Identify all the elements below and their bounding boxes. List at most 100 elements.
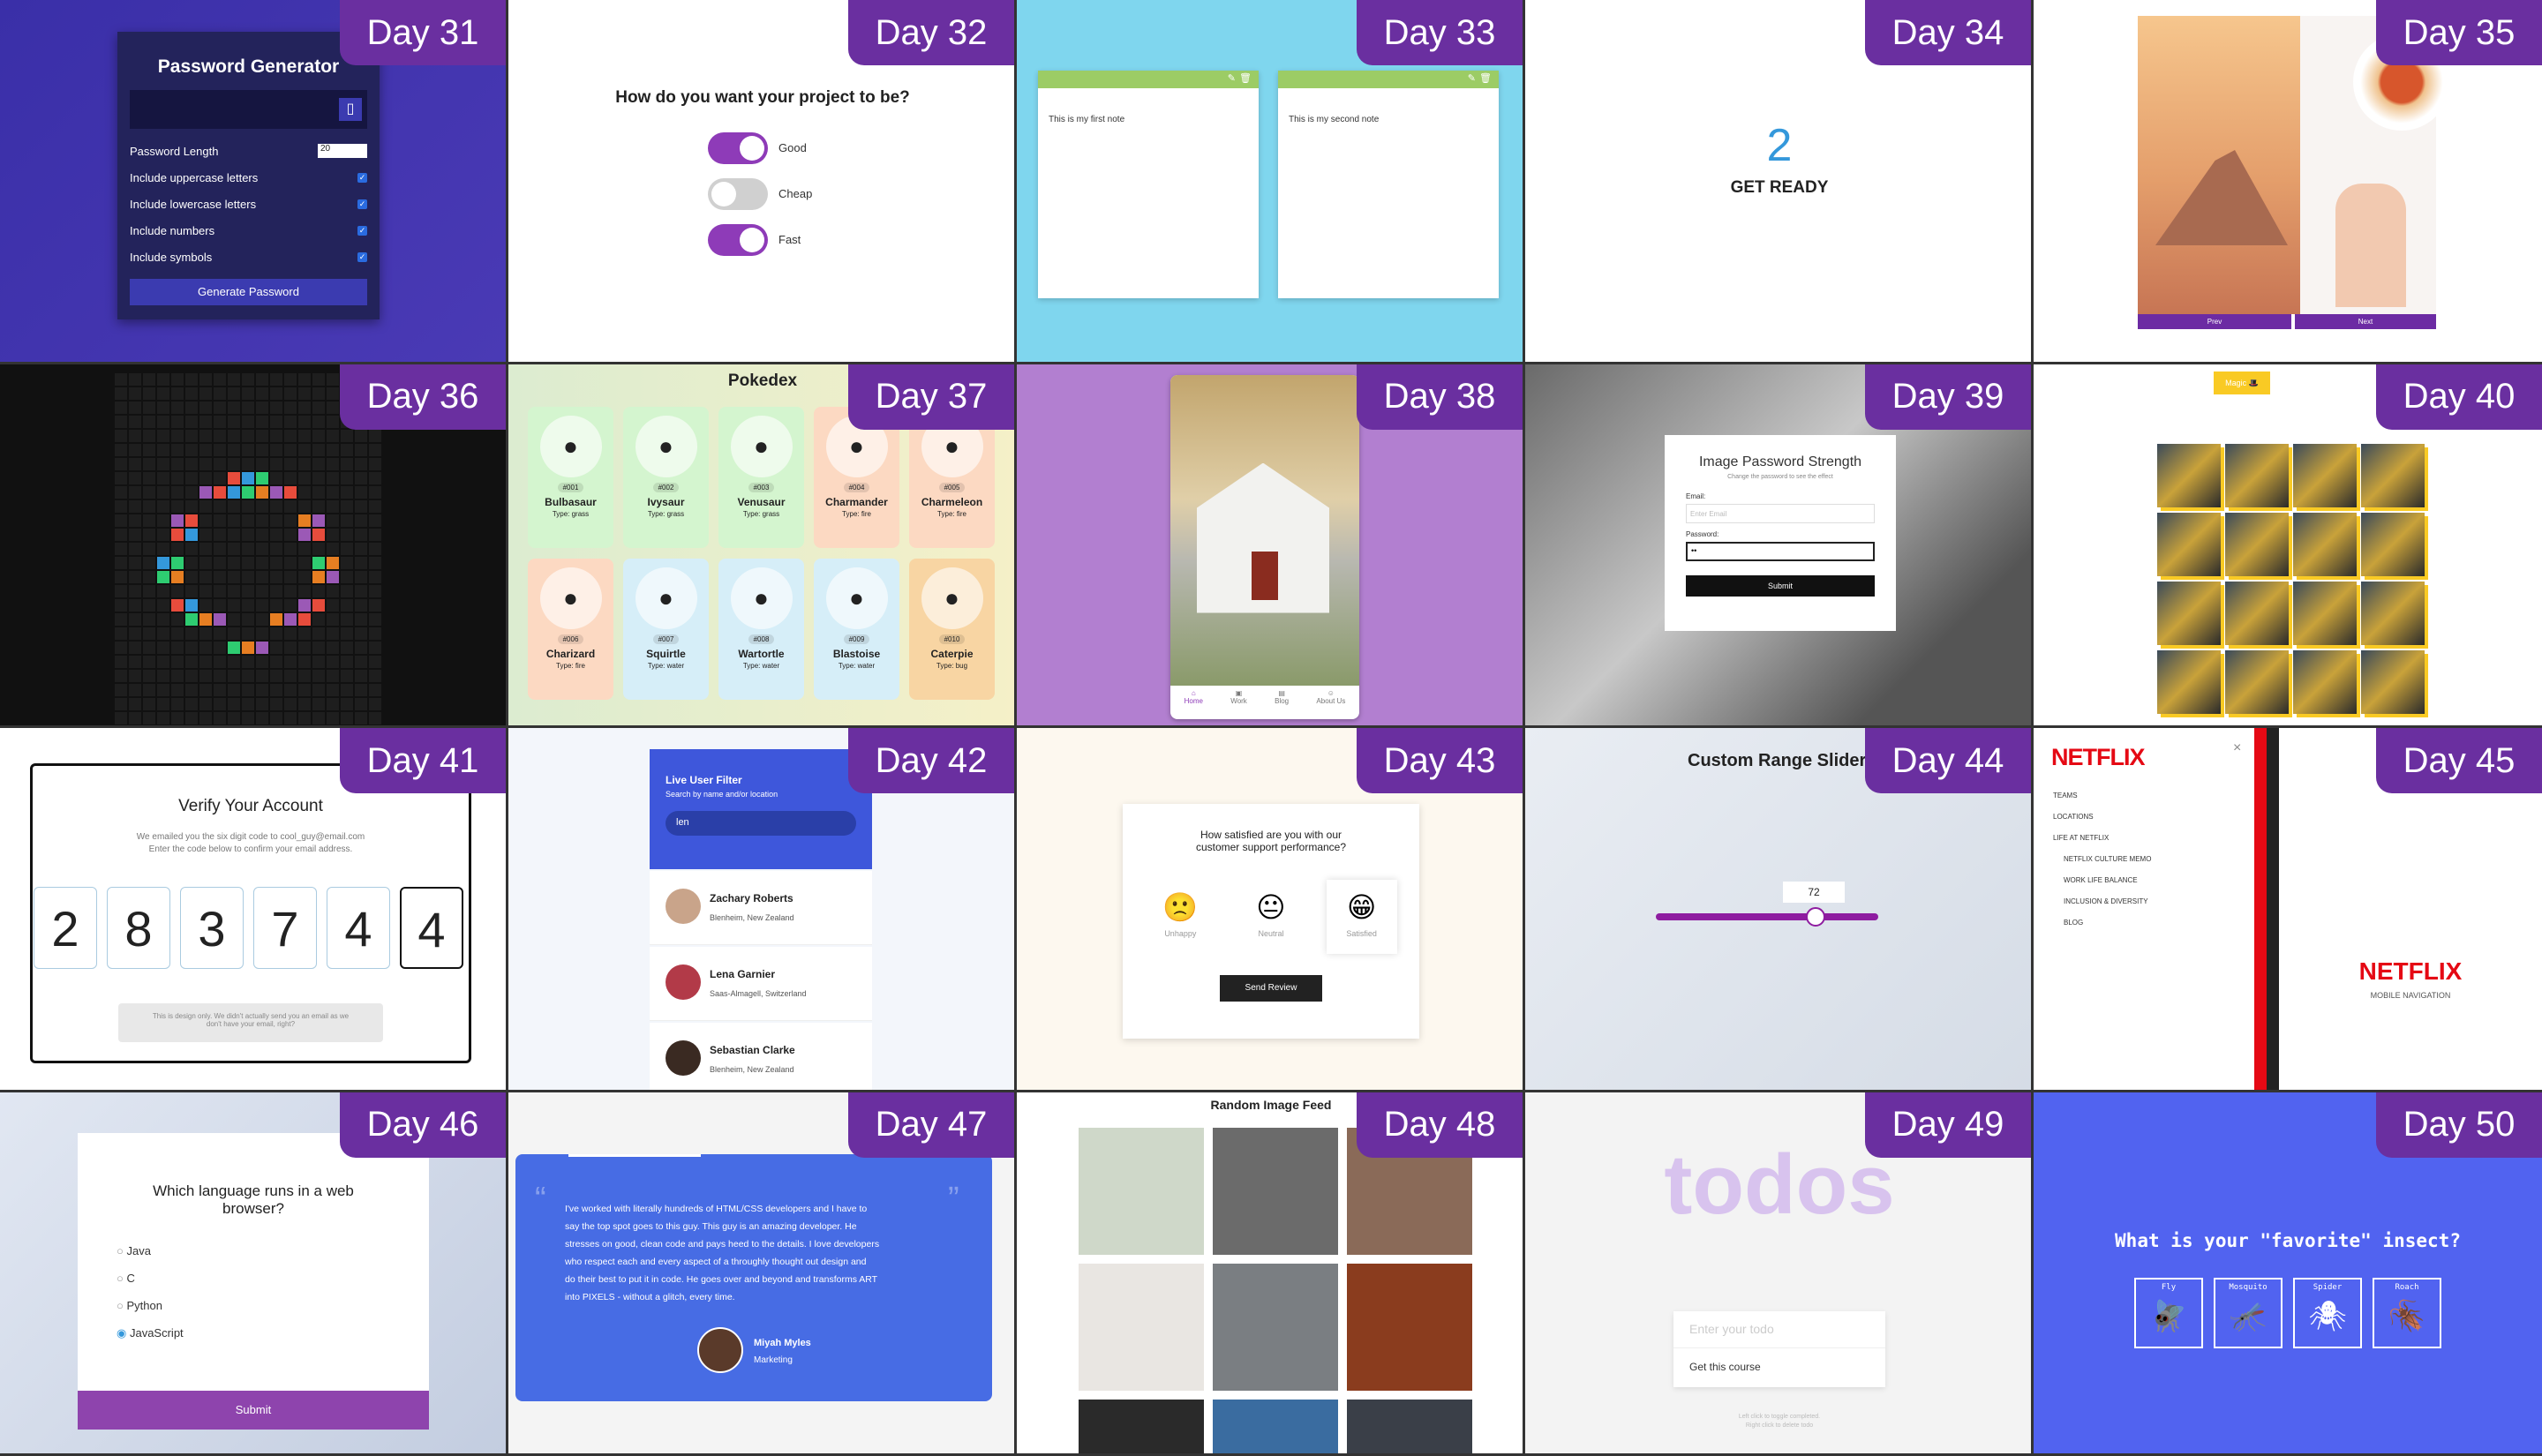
hover-square[interactable]	[270, 457, 282, 470]
hover-square[interactable]	[171, 641, 184, 654]
hover-square[interactable]	[214, 697, 226, 710]
hover-square[interactable]	[355, 627, 367, 640]
hover-square[interactable]	[143, 711, 155, 724]
hover-square[interactable]	[270, 556, 282, 569]
hover-square[interactable]	[171, 514, 184, 527]
hover-square[interactable]	[298, 697, 311, 710]
hover-square[interactable]	[312, 471, 325, 484]
hover-square[interactable]	[312, 669, 325, 682]
hover-square[interactable]	[157, 627, 169, 640]
search-input[interactable]: len	[666, 811, 856, 836]
hover-square[interactable]	[115, 429, 127, 442]
hover-square[interactable]	[355, 443, 367, 456]
hover-square[interactable]	[341, 429, 353, 442]
hover-square[interactable]	[129, 387, 141, 400]
hover-square[interactable]	[298, 711, 311, 724]
hover-square[interactable]	[284, 655, 297, 668]
checkbox[interactable]: ✓	[357, 199, 367, 209]
hover-square[interactable]	[327, 415, 339, 428]
hover-square[interactable]	[214, 443, 226, 456]
hover-square[interactable]	[341, 612, 353, 626]
hover-square[interactable]	[298, 514, 311, 527]
hover-square[interactable]	[185, 556, 198, 569]
hover-square[interactable]	[369, 429, 381, 442]
hover-square[interactable]	[214, 499, 226, 513]
hover-square[interactable]	[115, 570, 127, 583]
hover-square[interactable]	[143, 429, 155, 442]
hover-square[interactable]	[312, 570, 325, 583]
hover-square[interactable]	[242, 401, 254, 414]
hover-square[interactable]	[284, 641, 297, 654]
hover-square[interactable]	[228, 443, 240, 456]
hover-square[interactable]	[185, 612, 198, 626]
hover-square[interactable]	[171, 443, 184, 456]
hover-square[interactable]	[312, 443, 325, 456]
hover-square[interactable]	[199, 372, 212, 386]
hover-square[interactable]	[270, 711, 282, 724]
hover-square[interactable]	[369, 627, 381, 640]
hover-square[interactable]	[214, 655, 226, 668]
password-input[interactable]: ••	[1686, 541, 1875, 561]
hover-square[interactable]	[143, 471, 155, 484]
hover-square[interactable]	[284, 669, 297, 682]
hover-square[interactable]	[369, 655, 381, 668]
hover-square[interactable]	[369, 683, 381, 696]
hover-square[interactable]	[284, 471, 297, 484]
hover-square[interactable]	[199, 528, 212, 541]
hover-square[interactable]	[341, 556, 353, 569]
hover-square[interactable]	[115, 627, 127, 640]
hover-square[interactable]	[256, 415, 268, 428]
hover-square[interactable]	[143, 556, 155, 569]
hover-square[interactable]	[242, 528, 254, 541]
hover-square[interactable]	[298, 627, 311, 640]
hover-square[interactable]	[242, 443, 254, 456]
hover-square[interactable]	[228, 499, 240, 513]
hover-square[interactable]	[157, 499, 169, 513]
hover-square[interactable]	[115, 641, 127, 654]
hover-square[interactable]	[270, 415, 282, 428]
hover-square[interactable]	[312, 514, 325, 527]
hover-square[interactable]	[327, 598, 339, 612]
hover-square[interactable]	[284, 429, 297, 442]
hover-square[interactable]	[214, 485, 226, 499]
hover-square[interactable]	[143, 697, 155, 710]
hover-square[interactable]	[369, 669, 381, 682]
hover-square[interactable]	[284, 627, 297, 640]
hover-square[interactable]	[115, 612, 127, 626]
hover-square[interactable]	[242, 627, 254, 640]
submit-button[interactable]: Submit	[1686, 574, 1875, 597]
hover-square[interactable]	[185, 401, 198, 414]
hover-square[interactable]	[327, 485, 339, 499]
hover-square[interactable]	[284, 697, 297, 710]
hover-square[interactable]	[298, 499, 311, 513]
hover-square[interactable]	[143, 499, 155, 513]
hover-square[interactable]	[298, 415, 311, 428]
hover-square[interactable]	[157, 429, 169, 442]
hover-square[interactable]	[327, 697, 339, 710]
hover-square[interactable]	[256, 485, 268, 499]
hover-square[interactable]	[228, 556, 240, 569]
hover-square[interactable]	[270, 443, 282, 456]
hover-square[interactable]	[171, 485, 184, 499]
hover-square[interactable]	[115, 457, 127, 470]
hover-square[interactable]	[143, 485, 155, 499]
todo-input[interactable]: Enter your todo	[1673, 1311, 1885, 1348]
hover-square[interactable]	[256, 655, 268, 668]
hover-square[interactable]	[312, 429, 325, 442]
hover-square[interactable]	[228, 429, 240, 442]
hover-square[interactable]	[214, 429, 226, 442]
hover-square[interactable]	[228, 683, 240, 696]
hover-square[interactable]	[312, 641, 325, 654]
hover-square[interactable]	[242, 372, 254, 386]
hover-square[interactable]	[115, 598, 127, 612]
hover-square[interactable]	[185, 584, 198, 597]
hover-square[interactable]	[355, 457, 367, 470]
pokemon-card[interactable]: ● #010 Caterpie Type: bug	[909, 558, 995, 700]
hover-square[interactable]	[312, 627, 325, 640]
hover-square[interactable]	[115, 584, 127, 597]
hover-square[interactable]	[298, 655, 311, 668]
nav-link[interactable]: INCLUSION & DIVERSITY	[2053, 891, 2254, 912]
hover-square[interactable]	[341, 711, 353, 724]
hover-square[interactable]	[284, 457, 297, 470]
hover-square[interactable]	[157, 570, 169, 583]
